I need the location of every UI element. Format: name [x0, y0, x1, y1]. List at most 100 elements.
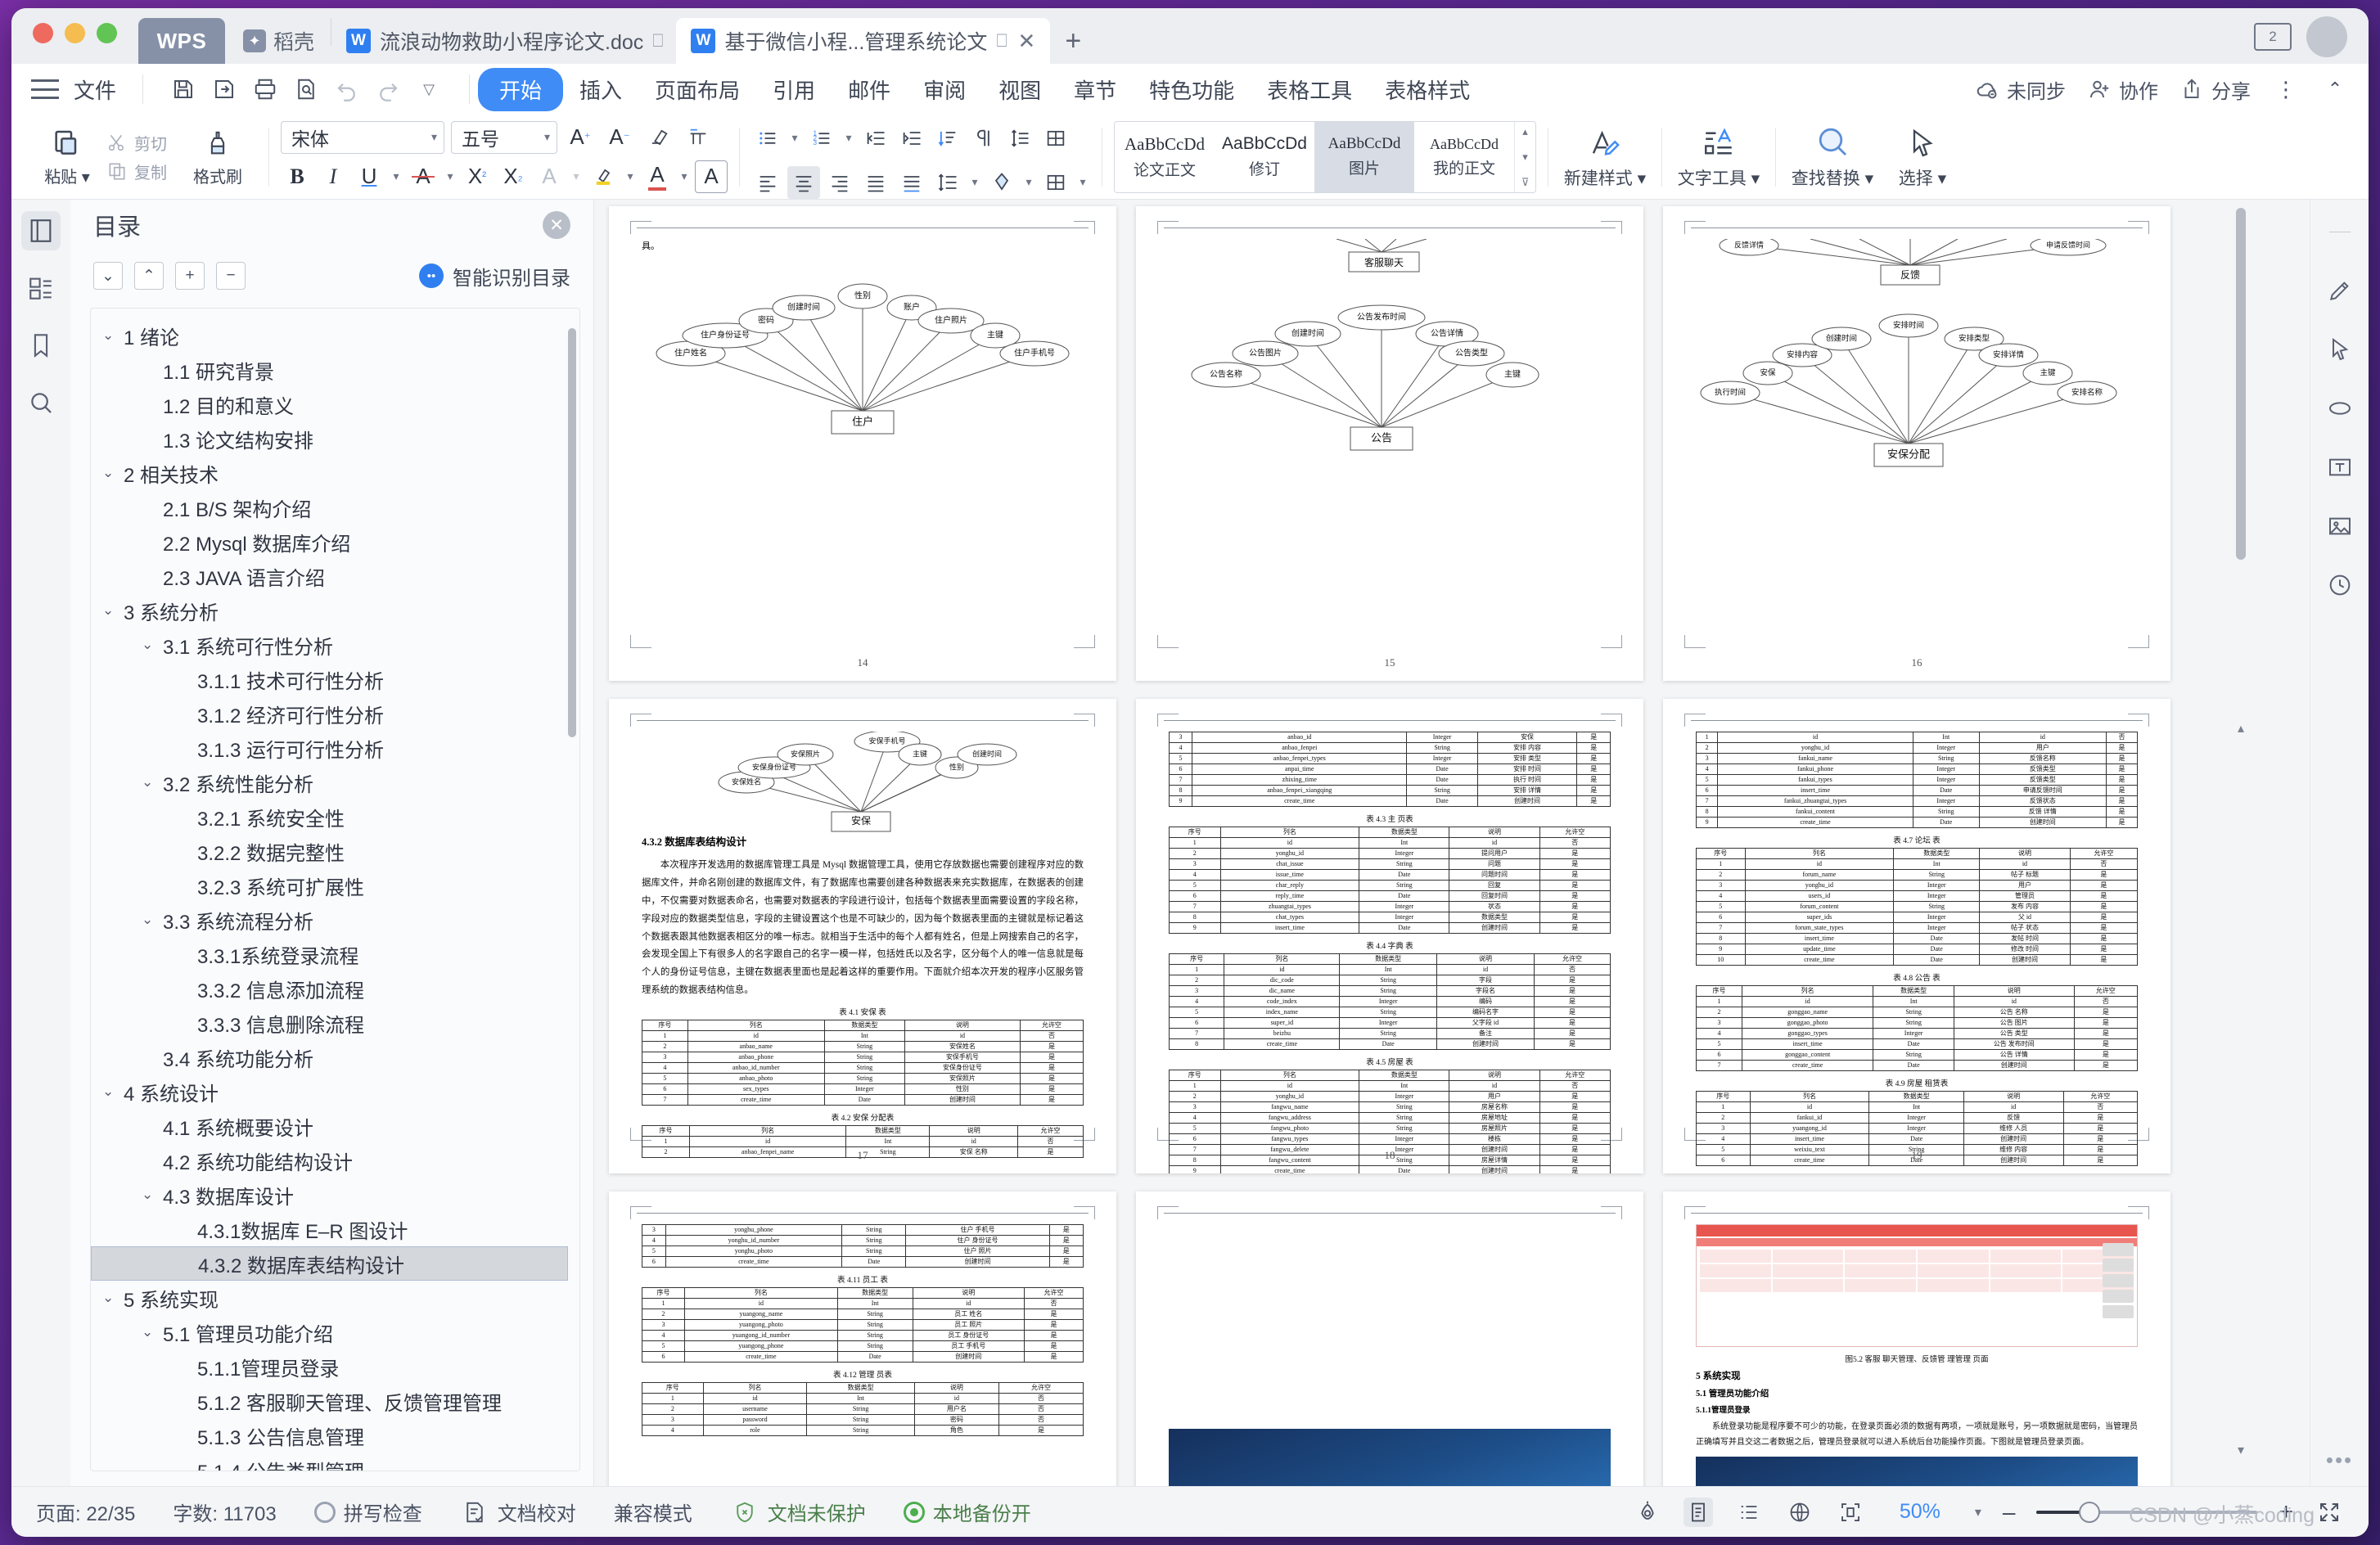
document-canvas[interactable]: 具。 住户姓名 住户身份证号 密码 创建时间 性别 账户 住户照片 主键 住户手… — [594, 200, 2310, 1486]
decrease-indent-button[interactable] — [859, 122, 892, 155]
font-color-dropdown[interactable]: ▾ — [677, 160, 692, 193]
save-as-icon[interactable] — [210, 75, 238, 103]
toc-item-1[interactable]: 1.1 研究背景 — [91, 353, 568, 387]
thumbnail-panel-icon[interactable] — [21, 268, 61, 308]
format-painter-button[interactable]: 格式刷 — [178, 126, 257, 187]
line-spacing-dropdown[interactable]: ▾ — [967, 166, 982, 199]
toc-item-11[interactable]: 3.1.2 经济可行性分析 — [91, 696, 568, 731]
smart-toc-button[interactable]: •• 智能识别目录 — [419, 262, 570, 291]
toc-item-20[interactable]: 3.3.3 信息删除流程 — [91, 1006, 568, 1040]
document-page-20[interactable]: 3 yonghu_phone String 住户 手机号是 4 yonghu_id_num… — [609, 1191, 1116, 1486]
menu-item-table-tools[interactable]: 表格工具 — [1251, 70, 1368, 110]
chevron-down-icon[interactable]: ⌄ — [142, 774, 163, 791]
toc-item-10[interactable]: 3.1.1 技术可行性分析 — [91, 662, 568, 696]
document-page-22[interactable]: 图5.2 客服 聊天管理、反馈管 理管理 页面 5 系统实现 5.1 管理员功能… — [1663, 1191, 2170, 1486]
menu-item-table-styles[interactable]: 表格样式 — [1368, 70, 1486, 110]
strikethrough-dropdown[interactable]: ▾ — [443, 160, 458, 193]
app-menu-icon[interactable] — [31, 79, 59, 99]
spellcheck-toggle[interactable]: 拼写检查 — [313, 1498, 422, 1526]
toc-item-15[interactable]: 3.2.2 数据完整性 — [91, 834, 568, 868]
font-color-button[interactable]: A — [641, 160, 674, 193]
paste-button[interactable]: 粘贴 ▾ — [28, 126, 106, 187]
underline-dropdown[interactable]: ▾ — [389, 160, 403, 193]
redo-icon[interactable] — [374, 75, 402, 103]
pinyin-guide-icon[interactable] — [682, 121, 714, 154]
toc-item-2[interactable]: 1.2 目的和意义 — [91, 387, 568, 421]
toc-item-8[interactable]: ⌄ 3 系统分析 — [91, 593, 568, 628]
align-right-button[interactable] — [823, 166, 856, 199]
expand-gallery-icon[interactable]: ⊽ — [1521, 176, 1530, 189]
zoom-dropdown-icon[interactable]: ▾ — [1975, 1504, 1981, 1520]
toc-item-6[interactable]: 2.2 Mysql 数据库介绍 — [91, 525, 568, 559]
increase-font-size-button[interactable]: A ⁺ — [564, 121, 597, 154]
toc-list[interactable]: ⌄ 1 绪论 1.1 研究背景 1.2 目的和意义 1.3 论文结构安排 ⌄ 2 相关技术 2… — [90, 308, 580, 1471]
document-page-15[interactable]: 客服聊天 公告名称 公告图片 创建时间 公告发布时间 公告详情 公告类型 主键 … — [1136, 206, 1643, 681]
sort-button[interactable] — [931, 122, 964, 155]
document-scrollbar[interactable] — [2236, 208, 2246, 560]
align-center-button[interactable] — [787, 165, 820, 199]
zoom-level[interactable]: 50% — [1886, 1500, 1954, 1524]
cut-button[interactable]: 剪切 — [106, 131, 167, 155]
chevron-down-icon[interactable]: ⌄ — [142, 637, 163, 653]
menu-item-features[interactable]: 特色功能 — [1133, 70, 1251, 110]
text-box-icon[interactable] — [2321, 448, 2359, 486]
toc-item-17[interactable]: ⌄ 3.3 系统流程分析 — [91, 903, 568, 937]
borders-dropdown[interactable]: ▾ — [1075, 166, 1090, 199]
align-left-button[interactable] — [751, 166, 784, 199]
style-item-1[interactable]: AaBbCcDd 修订 — [1215, 122, 1314, 192]
chevron-down-icon[interactable]: ⌄ — [102, 465, 124, 481]
toc-item-3[interactable]: 1.3 论文结构安排 — [91, 421, 568, 456]
toc-item-21[interactable]: 3.4 系统功能分析 — [91, 1040, 568, 1074]
subscript-button[interactable]: X₂ — [497, 160, 530, 193]
increase-indent-button[interactable] — [895, 122, 928, 155]
style-item-0[interactable]: AaBbCcDd 论文正文 — [1115, 122, 1215, 192]
distribute-button[interactable] — [895, 166, 928, 199]
local-backup-status[interactable]: 本地备份开 — [903, 1498, 1031, 1526]
wps-logo-button[interactable]: WPS — [138, 18, 225, 64]
zoom-in-button[interactable]: + — [2279, 1498, 2293, 1526]
toc-item-0[interactable]: ⌄ 1 绪论 — [91, 318, 568, 353]
font-size-select[interactable]: 五号 ▾ — [451, 120, 557, 154]
toc-item-9[interactable]: ⌄ 3.1 系统可行性分析 — [91, 628, 568, 662]
collapse-all-button[interactable]: − — [216, 262, 246, 290]
toc-item-26[interactable]: 4.3.1数据库 E–R 图设计 — [91, 1212, 568, 1246]
monitor-icon[interactable]: ⎕ — [996, 30, 1007, 52]
toc-item-27[interactable]: 4.3.2 数据库表结构设计 — [91, 1246, 568, 1281]
menu-item-insert[interactable]: 插入 — [563, 70, 638, 110]
toc-item-25[interactable]: ⌄ 4.3 数据库设计 — [91, 1178, 568, 1212]
screen-count-button[interactable]: 2 — [2254, 23, 2292, 51]
close-tab-button[interactable]: ✕ — [1016, 29, 1038, 54]
history-clock-icon[interactable] — [2321, 566, 2359, 604]
eye-icon[interactable] — [1633, 1498, 1662, 1527]
toc-item-14[interactable]: 3.2.1 系统安全性 — [91, 800, 568, 834]
fullscreen-icon[interactable] — [2315, 1498, 2344, 1527]
line-spacing-button[interactable] — [931, 166, 964, 199]
cursor-select-icon[interactable] — [2321, 331, 2359, 368]
docer-tab[interactable]: ✦ 稻壳 — [225, 18, 331, 64]
numbered-list-button[interactable]: 123 — [805, 122, 838, 155]
close-window-button[interactable] — [33, 22, 53, 43]
image-insert-icon[interactable] — [2321, 507, 2359, 545]
monitor-icon[interactable]: ⎕ — [652, 30, 663, 52]
menu-item-mailings[interactable]: 邮件 — [832, 70, 907, 110]
save-icon[interactable] — [169, 75, 197, 103]
web-view-icon[interactable] — [1785, 1498, 1814, 1527]
expand-all-button[interactable]: + — [175, 262, 205, 290]
document-tab-2[interactable]: W 基于微信小程...管理系统论文 ⎕ ✕ — [676, 18, 1051, 64]
menu-item-view[interactable]: 视图 — [982, 70, 1057, 110]
chevron-up-icon[interactable]: ⌃ — [2321, 75, 2349, 103]
toc-item-32[interactable]: 5.1.3 公告信息管理 — [91, 1418, 568, 1453]
toc-item-22[interactable]: ⌄ 4 系统设计 — [91, 1074, 568, 1109]
bullet-list-button[interactable] — [751, 122, 784, 155]
menu-item-review[interactable]: 审阅 — [907, 70, 982, 110]
protection-status[interactable]: 文档未保护 — [730, 1498, 866, 1527]
page-indicator[interactable]: 页面: 22/35 — [36, 1498, 135, 1526]
undo-icon[interactable] — [333, 75, 361, 103]
maximize-window-button[interactable] — [97, 22, 117, 43]
fit-page-icon[interactable] — [1836, 1498, 1865, 1527]
right-rail-more-icon[interactable]: ••• — [2326, 1448, 2353, 1473]
underline-button[interactable]: U — [353, 160, 385, 193]
scroll-down-icon[interactable]: ▾ — [1522, 151, 1528, 164]
toc-item-12[interactable]: 3.1.3 运行可行性分析 — [91, 731, 568, 765]
line-rule-button[interactable] — [1003, 122, 1036, 155]
